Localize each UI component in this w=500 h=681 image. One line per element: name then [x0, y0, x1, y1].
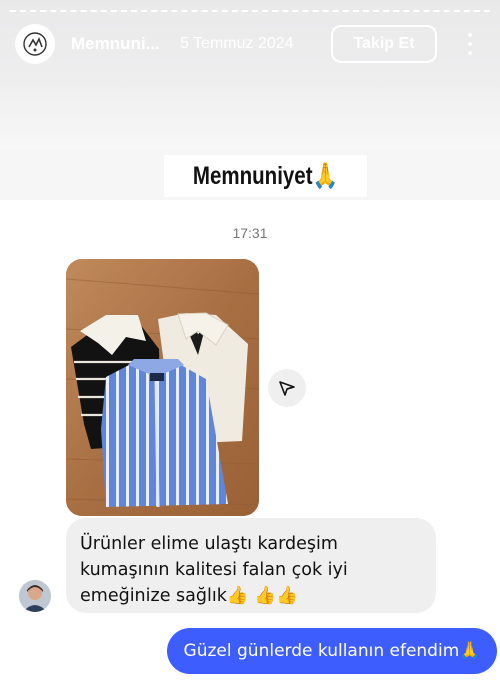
account-name[interactable]: Memnuni...	[71, 34, 160, 54]
sent-message-text: Güzel günlerde kullanın efendim🙏	[183, 641, 481, 661]
share-button[interactable]	[268, 369, 306, 407]
brand-logo-icon	[23, 32, 47, 56]
story-progress-bar	[10, 10, 490, 12]
more-options-icon[interactable]	[460, 30, 480, 58]
product-photo[interactable]	[66, 259, 259, 516]
account-avatar[interactable]	[15, 24, 55, 64]
story-caption-text: Memnuniyet🙏	[192, 161, 339, 190]
follow-button[interactable]: Takip Et	[331, 25, 437, 63]
sender-avatar-image	[19, 580, 51, 612]
story-caption: Memnuniyet🙏	[164, 155, 367, 197]
message-timestamp: 17:31	[232, 225, 268, 241]
received-message-bubble[interactable]: Ürünler elime ulaştı kardeşim kumaşının …	[66, 518, 436, 613]
received-message-text: Ürünler elime ulaştı kardeşim kumaşının …	[80, 534, 348, 606]
sender-avatar[interactable]	[19, 580, 51, 612]
sent-message-bubble[interactable]: Güzel günlerde kullanın efendim🙏	[167, 628, 497, 674]
shirts-photo-illustration	[66, 259, 259, 516]
send-icon	[279, 381, 295, 396]
story-header: Memnuni... 5 Temmuz 2024 Takip Et	[0, 22, 500, 68]
post-date: 5 Temmuz 2024	[180, 35, 294, 52]
